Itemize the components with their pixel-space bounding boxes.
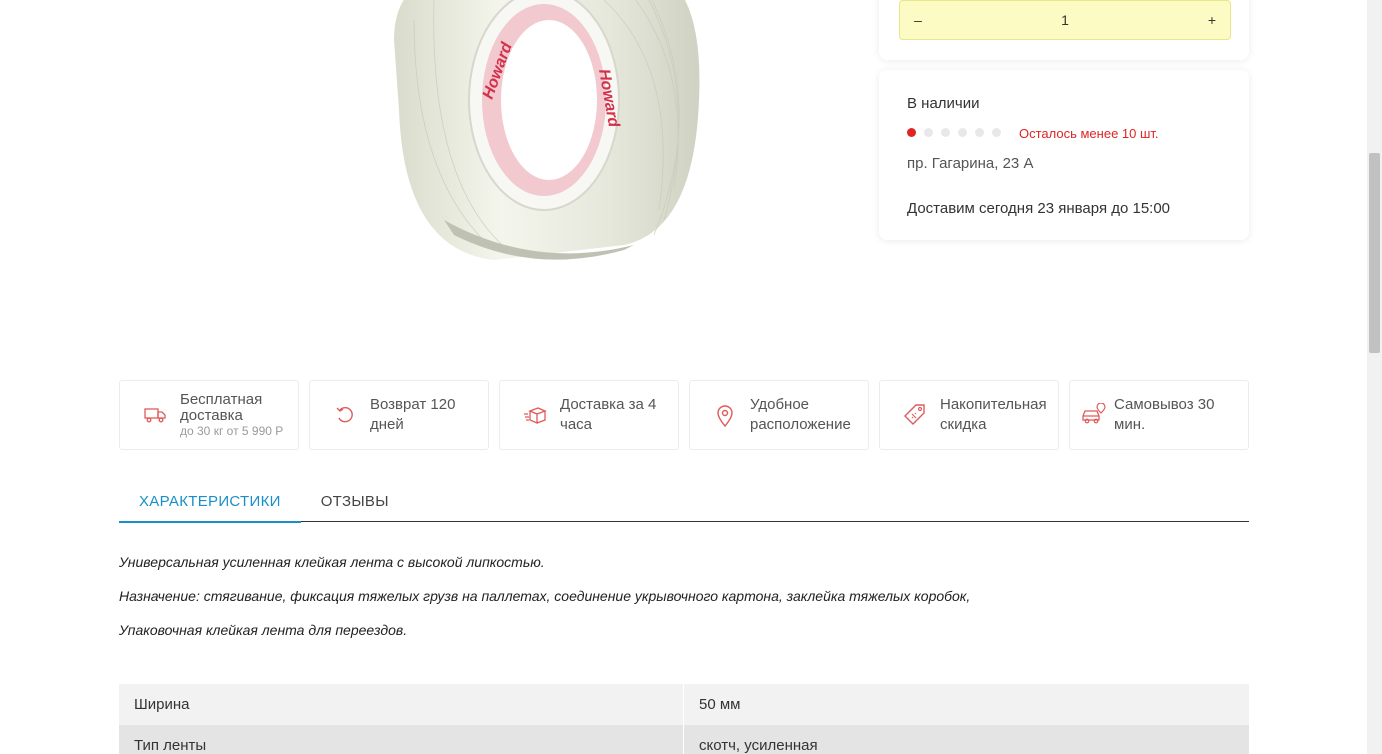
car-pickup-icon <box>1080 402 1106 428</box>
stock-status: В наличии <box>907 95 980 112</box>
stock-card: В наличии Осталось менее 10 шт. пр. Гага… <box>879 70 1249 240</box>
spec-name: Ширина <box>119 684 683 725</box>
tape-roll-image: Howard Howard <box>394 0 700 260</box>
benefit-label: Возврат 120 дней <box>370 396 456 433</box>
stock-warning: Осталось менее 10 шт. <box>1019 126 1159 141</box>
store-address: пр. Гагарина, 23 А <box>907 155 1034 172</box>
stock-level-dot <box>975 128 984 137</box>
benefit-return: Возврат 120 дней <box>309 380 489 450</box>
benefit-location: Удобное расположение <box>689 380 869 450</box>
location-pin-icon <box>712 402 738 428</box>
benefit-label: Доставка за 4 часа <box>560 396 657 433</box>
quantity-card: – 1 + <box>879 0 1249 60</box>
spec-value: 50 мм <box>683 684 1249 725</box>
benefit-label: Бесплатная доставка <box>180 391 263 424</box>
benefit-sublabel: до 30 кг от 5 990 Р <box>180 424 284 438</box>
return-arrow-icon <box>332 402 358 428</box>
benefit-discount: Накопительная скидка <box>879 380 1059 450</box>
benefit-label: Удобное расположение <box>750 396 851 433</box>
spec-name: Тип ленты <box>119 725 683 754</box>
spec-value: скотч, усиленная <box>683 725 1249 754</box>
quantity-value[interactable]: 1 <box>1061 12 1069 28</box>
tab-characteristics[interactable]: ХАРАКТЕРИСТИКИ <box>119 482 301 523</box>
box-delivery-icon <box>522 402 548 428</box>
delivery-info: Доставим сегодня 23 января до 15:00 <box>907 200 1171 217</box>
description-paragraph: Универсальная усиленная клейкая лента с … <box>119 554 545 570</box>
benefits-bar: Бесплатная доставка до 30 кг от 5 990 Р … <box>119 380 1249 450</box>
product-image: Howard Howard <box>119 0 864 345</box>
stock-level-dot <box>941 128 950 137</box>
table-row: Тип ленты скотч, усиленная <box>119 725 1249 754</box>
stock-level-dot <box>958 128 967 137</box>
increase-button[interactable]: + <box>1194 12 1230 28</box>
table-row: Ширина 50 мм <box>119 684 1249 725</box>
scrollbar-thumb[interactable] <box>1369 153 1380 353</box>
benefit-label: Накопительная скидка <box>940 396 1047 433</box>
stock-level-indicator <box>907 128 1001 137</box>
quantity-stepper[interactable]: – 1 + <box>899 0 1231 40</box>
benefit-pickup: Самовывоз 30 мин. <box>1069 380 1249 450</box>
stock-level-dot <box>907 128 916 137</box>
decrease-button[interactable]: – <box>900 12 936 28</box>
benefit-fast-delivery: Доставка за 4 часа <box>499 380 679 450</box>
specs-table: Ширина 50 мм Тип ленты скотч, усиленная <box>119 684 1249 754</box>
stock-level-dot <box>992 128 1001 137</box>
stock-level-dot <box>924 128 933 137</box>
benefit-free-delivery: Бесплатная доставка до 30 кг от 5 990 Р <box>119 380 299 450</box>
tab-reviews[interactable]: ОТЗЫВЫ <box>301 482 409 522</box>
product-tabs: ХАРАКТЕРИСТИКИ ОТЗЫВЫ <box>119 482 1249 523</box>
page-scrollbar[interactable] <box>1367 0 1382 754</box>
product-description: Универсальная усиленная клейкая лента с … <box>119 552 1249 654</box>
discount-tag-icon <box>902 402 928 428</box>
description-paragraph: Упаковочная клейкая лента для переездов. <box>119 622 408 638</box>
benefit-label: Самовывоз 30 мин. <box>1114 396 1215 433</box>
truck-icon <box>142 402 168 428</box>
description-paragraph: Назначение: стягивание, фиксация тяжелых… <box>119 588 971 604</box>
